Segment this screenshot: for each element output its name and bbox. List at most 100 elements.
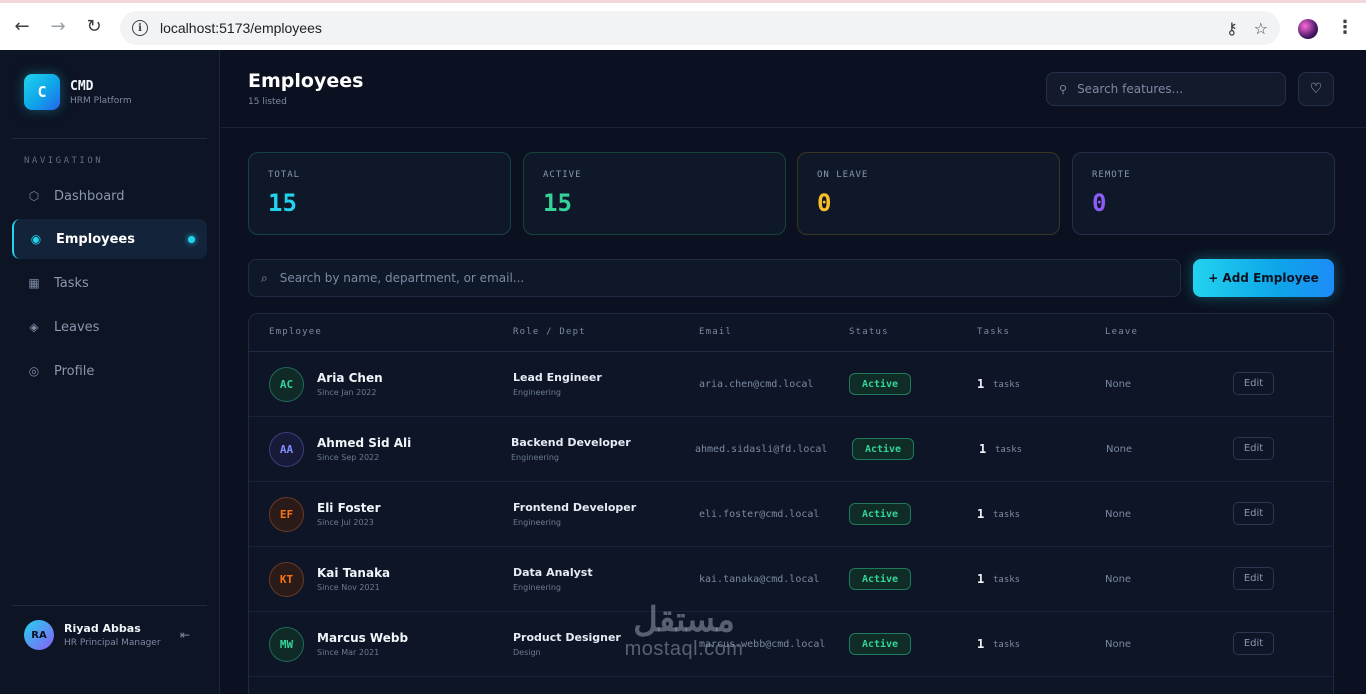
user-role: HR Principal Manager xyxy=(64,637,161,648)
sidebar-item-leaves[interactable]: ◈ Leaves xyxy=(12,307,207,347)
employee-role: Frontend Developer xyxy=(513,501,637,514)
tasks-label: tasks xyxy=(993,575,1021,585)
column-header-leave[interactable]: Leave xyxy=(1105,327,1138,337)
leave-value: None xyxy=(1105,574,1132,585)
page-title: Employees xyxy=(248,70,364,92)
table-row[interactable]: KT Kai Tanaka Since Nov 2021 Data Analys… xyxy=(249,547,1333,612)
status-badge: Active xyxy=(852,438,914,460)
employee-name: Eli Foster xyxy=(317,501,381,515)
sidebar-item-tasks[interactable]: ▦ Tasks xyxy=(12,263,207,303)
avatar: AA xyxy=(269,432,304,467)
avatar: RA xyxy=(24,620,54,650)
user-card[interactable]: RA Riyad Abbas HR Principal Manager ⇤ xyxy=(24,620,194,650)
leave-value: None xyxy=(1105,509,1132,520)
employee-name: Aria Chen xyxy=(317,371,383,385)
url-text[interactable]: localhost:5173/employees xyxy=(160,20,322,36)
edit-button[interactable]: Edit xyxy=(1233,372,1274,395)
employee-table: Employee Role / Dept Email Status Tasks … xyxy=(248,313,1334,694)
brand[interactable]: C CMD HRM Platform xyxy=(24,74,132,110)
column-header-employee[interactable]: Employee xyxy=(269,327,322,337)
stat-card-total: TOTAL 15 xyxy=(248,152,511,235)
avatar: MW xyxy=(269,627,304,662)
employee-role: Data Analyst xyxy=(513,566,593,579)
grid-icon: ▦ xyxy=(28,276,40,290)
stat-label: ON LEAVE xyxy=(817,170,869,180)
employee-since: Since Jan 2022 xyxy=(317,388,377,397)
edit-button[interactable]: Edit xyxy=(1233,632,1274,655)
employee-dept: Design xyxy=(513,648,541,657)
employee-since: Since Mar 2021 xyxy=(317,648,380,657)
stat-value: 15 xyxy=(268,189,297,217)
info-icon[interactable]: i xyxy=(132,20,148,36)
table-row[interactable]: EF Eli Foster Since Jul 2023 Frontend De… xyxy=(249,482,1333,547)
stat-value: 0 xyxy=(817,189,832,217)
tasks-count: 1 xyxy=(977,507,985,521)
address-bar[interactable]: i localhost:5173/employees ⚷ ☆ xyxy=(120,11,1280,45)
menu-dots-icon[interactable]: ⋮ xyxy=(1336,17,1354,38)
column-header-status[interactable]: Status xyxy=(849,327,889,337)
stat-value: 15 xyxy=(543,189,572,217)
table-header: Employee Role / Dept Email Status Tasks … xyxy=(249,314,1333,352)
brand-name: CMD xyxy=(70,78,94,94)
tasks-count: 1 xyxy=(977,637,985,651)
sidebar-divider xyxy=(12,605,207,606)
sidebar-item-dashboard[interactable]: ⬡ Dashboard xyxy=(12,176,207,216)
status-badge: Active xyxy=(849,633,911,655)
employee-since: Since Jul 2023 xyxy=(317,518,374,527)
main-content: Employees 15 listed ⚲ ♡ TOTAL 15 ACTIVE … xyxy=(221,50,1366,694)
employee-name: Kai Tanaka xyxy=(317,566,391,580)
avatar: KT xyxy=(269,562,304,597)
feature-search[interactable]: ⚲ xyxy=(1046,72,1286,106)
sidebar-item-label: Dashboard xyxy=(54,188,125,204)
star-icon[interactable]: ☆ xyxy=(1254,19,1268,38)
tasks-label: tasks xyxy=(993,640,1021,650)
employee-search[interactable]: ⌕ xyxy=(248,259,1181,297)
hexagon-icon: ⬡ xyxy=(28,189,40,203)
add-employee-button[interactable]: + Add Employee xyxy=(1193,259,1334,297)
logout-icon[interactable]: ⇤ xyxy=(180,628,190,642)
column-header-email[interactable]: Email xyxy=(699,327,732,337)
stat-label: ACTIVE xyxy=(543,170,582,180)
employee-dept: Engineering xyxy=(513,388,561,397)
table-row[interactable]: AA Ahmed Sid Ali Since Sep 2022 Backend … xyxy=(249,417,1333,482)
table-row[interactable]: AC Aria Chen Since Jan 2022 Lead Enginee… xyxy=(249,352,1333,417)
leave-value: None xyxy=(1106,444,1133,455)
status-badge: Active xyxy=(849,373,911,395)
search-icon: ⌕ xyxy=(261,270,268,285)
stat-card-on-leave: ON LEAVE 0 xyxy=(797,152,1060,235)
column-header-tasks[interactable]: Tasks xyxy=(977,327,1010,337)
sidebar: C CMD HRM Platform NAVIGATION ⬡ Dashboar… xyxy=(0,50,220,694)
stat-label: TOTAL xyxy=(268,170,301,180)
forward-icon[interactable]: → xyxy=(40,8,76,44)
page-header: Employees 15 listed ⚲ ♡ xyxy=(221,50,1366,128)
employee-role: Backend Developer xyxy=(511,436,631,449)
key-icon[interactable]: ⚷ xyxy=(1226,19,1238,38)
tasks-label: tasks xyxy=(993,380,1021,390)
back-icon[interactable]: ← xyxy=(4,8,40,44)
stat-card-remote: REMOTE 0 xyxy=(1072,152,1335,235)
nav-section-label: NAVIGATION xyxy=(24,156,104,166)
employee-dept: Engineering xyxy=(511,453,559,462)
sidebar-item-employees[interactable]: ◉ Employees xyxy=(12,219,207,259)
table-row[interactable]: MW Marcus Webb Since Mar 2021 Product De… xyxy=(249,612,1333,677)
sidebar-item-profile[interactable]: ◎ Profile xyxy=(12,351,207,391)
avatar: EF xyxy=(269,497,304,532)
reload-icon[interactable]: ↻ xyxy=(76,8,112,44)
tasks-count: 1 xyxy=(977,377,985,391)
employee-email: ahmed.sidasli@fd.local xyxy=(695,444,828,455)
edit-button[interactable]: Edit xyxy=(1233,567,1274,590)
feature-search-input[interactable] xyxy=(1077,82,1268,96)
column-header-role[interactable]: Role / Dept xyxy=(513,327,586,337)
edit-button[interactable]: Edit xyxy=(1233,502,1274,525)
employee-email: eli.foster@cmd.local xyxy=(699,509,820,520)
stat-label: REMOTE xyxy=(1092,170,1131,180)
status-badge: Active xyxy=(849,568,911,590)
employee-email: kai.tanaka@cmd.local xyxy=(699,574,820,585)
employee-name: Ahmed Sid Ali xyxy=(317,436,412,450)
employee-role: Lead Engineer xyxy=(513,371,602,384)
edit-button[interactable]: Edit xyxy=(1233,437,1274,460)
employee-search-input[interactable] xyxy=(279,271,1140,285)
profile-avatar[interactable] xyxy=(1298,19,1318,39)
stat-card-active: ACTIVE 15 xyxy=(523,152,786,235)
notification-bell-icon[interactable]: ♡ xyxy=(1298,72,1334,106)
